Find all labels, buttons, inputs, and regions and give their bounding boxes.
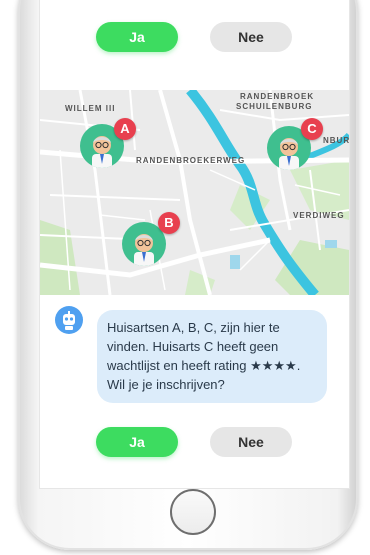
bot-message-text: Huisartsen A, B, C, zijn hier te vinden.… (107, 320, 301, 392)
map-label-randenbroekerweg: RANDENBROEKERWEG (136, 156, 246, 165)
robot-icon (63, 311, 75, 330)
map-base (40, 90, 349, 295)
map-label-randenbroek: RANDENBROEK (240, 92, 315, 101)
map-label-willem: WILLEM III (65, 104, 116, 113)
bot-avatar (55, 306, 83, 334)
no-button[interactable]: Nee (210, 427, 292, 457)
doctor-marker-b[interactable]: B (122, 212, 180, 266)
marker-badge-b: B (158, 212, 180, 234)
doctor-marker-c[interactable]: C (267, 118, 323, 170)
no-button[interactable]: Nee (210, 22, 292, 52)
map-view[interactable]: WILLEM III RANDENBROEK SCHUILENBURG RAND… (40, 90, 349, 295)
yes-button[interactable]: Ja (96, 427, 178, 457)
marker-badge-a: A (114, 118, 136, 140)
map-label-nbur: NBUR (323, 136, 349, 145)
top-answer-row: Ja Nee (40, 22, 349, 56)
home-button[interactable] (170, 489, 216, 535)
bottom-answer-row: Ja Nee (40, 427, 349, 461)
map-label-schuilenburg: SCHUILENBURG (236, 102, 313, 111)
doctor-marker-a[interactable]: A (80, 118, 136, 168)
app-screen: Ja Nee WILLEM III RANDENBROEK SCHUILENBU… (39, 0, 350, 489)
map-label-verdiweg: VERDIWEG (293, 211, 345, 220)
marker-badge-c: C (301, 118, 323, 140)
yes-button[interactable]: Ja (96, 22, 178, 52)
bot-message-bubble: Huisartsen A, B, C, zijn hier te vinden.… (97, 310, 327, 403)
